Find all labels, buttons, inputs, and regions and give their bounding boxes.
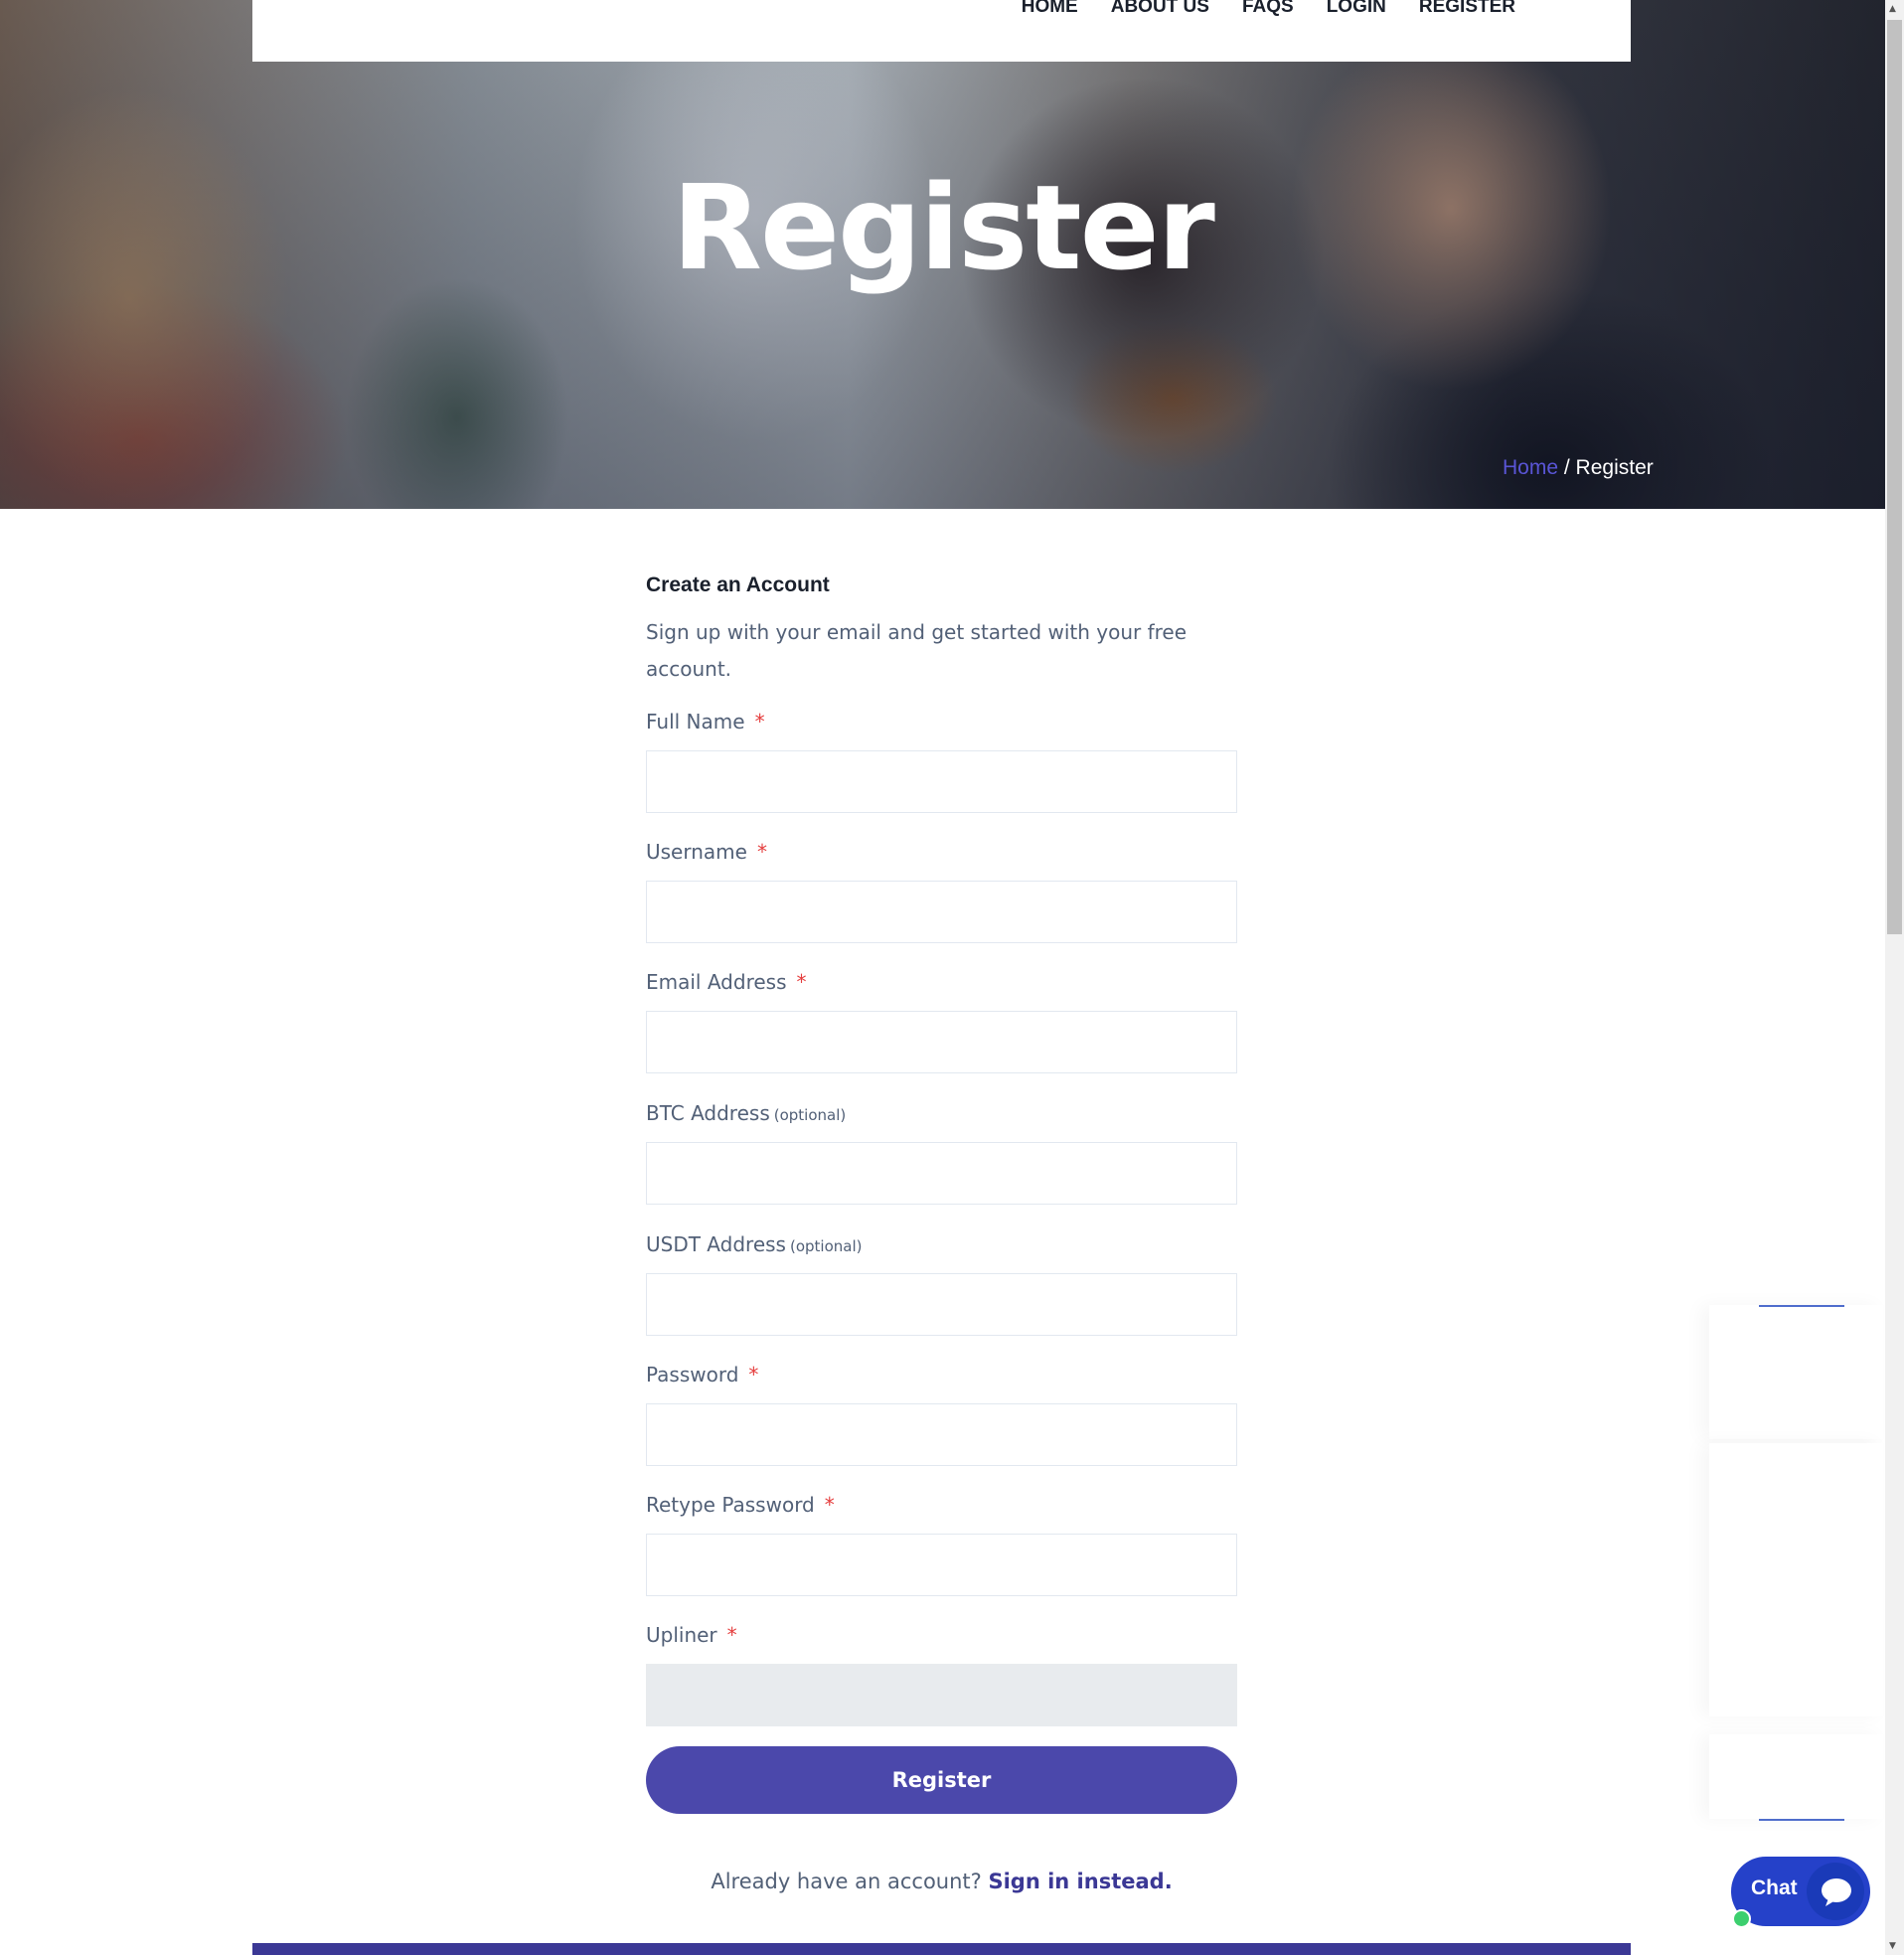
usdt-address-label: USDT Address (optional) — [646, 1232, 863, 1256]
scrollbar-thumb[interactable] — [1887, 20, 1902, 934]
required-marker: * — [748, 1363, 759, 1386]
username-label: Username * — [646, 840, 767, 864]
page-title: Register — [672, 159, 1215, 296]
chat-button[interactable]: Chat — [1731, 1857, 1870, 1926]
retype-password-field: Retype Password * — [646, 1491, 1237, 1596]
full-name-label: Full Name * — [646, 710, 765, 733]
password-input[interactable] — [646, 1403, 1237, 1466]
scroll-up-arrow-icon[interactable]: ▲ — [1889, 4, 1896, 14]
username-field: Username * — [646, 838, 1237, 943]
side-widget-ghost — [1709, 1443, 1883, 1716]
online-status-dot — [1732, 1909, 1751, 1928]
form-title: Create an Account — [646, 573, 830, 596]
top-navbar: HOME ABOUT US FAQS LOGIN REGISTER — [252, 0, 1631, 62]
usdt-address-input[interactable] — [646, 1273, 1237, 1336]
retype-password-label: Retype Password * — [646, 1493, 835, 1517]
btc-address-label: BTC Address (optional) — [646, 1101, 847, 1125]
required-marker: * — [756, 840, 767, 864]
upliner-field: Upliner * — [646, 1621, 1237, 1726]
full-name-input[interactable] — [646, 750, 1237, 813]
breadcrumb-separator: / — [1558, 456, 1576, 479]
footer-top-edge — [252, 1943, 1631, 1955]
required-marker: * — [726, 1623, 737, 1647]
email-field: Email Address * — [646, 968, 1237, 1073]
signin-prompt: Already have an account? Sign in instead… — [711, 1870, 1173, 1893]
hero-banner: Register Home / Register — [0, 0, 1885, 509]
register-form: Create an Account Sign up with your emai… — [646, 570, 1237, 1893]
password-label: Password * — [646, 1363, 759, 1386]
nav-item-register[interactable]: REGISTER — [1419, 0, 1515, 18]
btc-address-field: BTC Address (optional) — [646, 1099, 1237, 1205]
side-widget-ghost — [1709, 1734, 1883, 1819]
optional-marker: (optional) — [773, 1106, 847, 1124]
scroll-down-arrow-icon[interactable]: ▼ — [1889, 1941, 1896, 1951]
optional-marker: (optional) — [789, 1237, 863, 1255]
upliner-label: Upliner * — [646, 1623, 737, 1647]
page-scrollbar[interactable]: ▲ ▼ — [1885, 0, 1904, 1955]
breadcrumb: Home / Register — [1503, 456, 1654, 480]
btc-address-input[interactable] — [646, 1142, 1237, 1205]
email-input[interactable] — [646, 1011, 1237, 1073]
email-label: Email Address * — [646, 970, 807, 994]
breadcrumb-home-link[interactable]: Home — [1503, 456, 1558, 479]
side-widget-accent-line — [1759, 1819, 1844, 1821]
nav-item-home[interactable]: HOME — [1022, 0, 1078, 18]
required-marker: * — [824, 1493, 835, 1517]
username-input[interactable] — [646, 881, 1237, 943]
nav-item-login[interactable]: LOGIN — [1327, 0, 1386, 18]
required-marker: * — [796, 970, 807, 994]
side-widget-accent-line — [1759, 1305, 1844, 1307]
chat-bubble-icon — [1807, 1863, 1864, 1920]
retype-password-input[interactable] — [646, 1534, 1237, 1596]
full-name-field: Full Name * — [646, 708, 1237, 813]
required-marker: * — [754, 710, 765, 733]
breadcrumb-current: Register — [1575, 456, 1654, 479]
chat-label: Chat — [1751, 1876, 1798, 1899]
nav-item-faqs[interactable]: FAQS — [1242, 0, 1294, 18]
signin-link[interactable]: Sign in instead. — [988, 1870, 1172, 1893]
nav-item-about[interactable]: ABOUT US — [1111, 0, 1209, 18]
side-widget-ghost — [1709, 1305, 1883, 1439]
usdt-address-field: USDT Address (optional) — [646, 1230, 1237, 1336]
upliner-input[interactable] — [646, 1664, 1237, 1726]
nav-menu: HOME ABOUT US FAQS LOGIN REGISTER — [1022, 0, 1515, 18]
register-button[interactable]: Register — [646, 1746, 1237, 1814]
form-subtitle: Sign up with your email and get started … — [646, 620, 1188, 681]
password-field: Password * — [646, 1361, 1237, 1466]
